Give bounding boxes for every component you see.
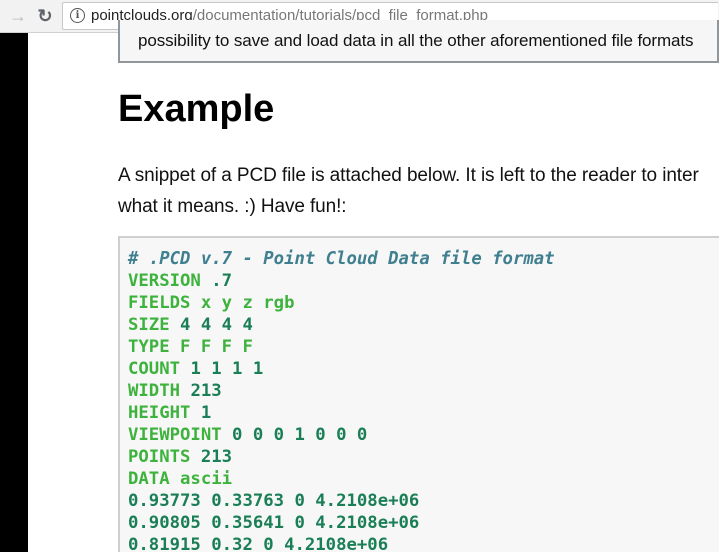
code-token-num: 213 xyxy=(190,381,222,401)
code-line: WIDTH 213 xyxy=(128,380,555,402)
code-token-kw: COUNT xyxy=(128,359,191,379)
code-line: HEIGHT 1 xyxy=(128,402,555,424)
section-heading: Example xyxy=(118,88,275,130)
code-line: SIZE 4 4 4 4 xyxy=(128,314,555,336)
code-content: # .PCD v.7 - Point Cloud Data file forma… xyxy=(128,248,555,556)
code-token-num: 1 1 1 1 xyxy=(190,359,264,379)
code-line: TYPE F F F F xyxy=(128,336,555,358)
reload-button[interactable]: ↻ xyxy=(33,4,57,28)
paragraph-line: A snippet of a PCD file is attached belo… xyxy=(118,165,699,186)
code-token-num: .7 xyxy=(211,271,233,291)
code-token-num: 0.81915 0.32 0 4.2108e+06 xyxy=(128,535,389,555)
code-token-cmt: # .PCD v.7 - Point Cloud Data file forma… xyxy=(128,249,555,269)
code-line: 0.81915 0.32 0 4.2108e+06 xyxy=(128,534,555,556)
code-line: DATA ascii xyxy=(128,468,555,490)
code-token-kw: HEIGHT xyxy=(128,403,201,423)
code-token-num: 0.90805 0.35641 0 4.2108e+06 xyxy=(128,513,420,533)
code-line: 0.93773 0.33763 0 4.2108e+06 xyxy=(128,490,555,512)
left-sidebar-strip xyxy=(0,33,28,552)
paragraph-line: what it means. :) Have fun!: xyxy=(118,196,347,217)
code-block: # .PCD v.7 - Point Cloud Data file forma… xyxy=(118,236,719,555)
code-token-kw: FIELDS x y z rgb xyxy=(128,293,295,313)
code-line: # .PCD v.7 - Point Cloud Data file forma… xyxy=(128,248,555,270)
code-line: VERSION .7 xyxy=(128,270,555,292)
info-icon[interactable]: i xyxy=(70,8,85,23)
forward-button[interactable]: → xyxy=(6,4,30,28)
code-token-num: 4 4 4 4 xyxy=(180,315,253,335)
code-token-kw: POINTS xyxy=(128,447,201,467)
code-line: POINTS 213 xyxy=(128,446,555,468)
code-token-num: 1 xyxy=(200,403,212,423)
code-token-num: 0 0 0 1 0 0 0 xyxy=(232,425,368,445)
code-token-num: 0.93773 0.33763 0 4.2108e+06 xyxy=(128,491,420,511)
note-text: possibility to save and load data in all… xyxy=(138,31,694,50)
code-line: VIEWPOINT 0 0 0 1 0 0 0 xyxy=(128,424,555,446)
code-token-kw: VERSION xyxy=(128,271,212,291)
code-token-kw: WIDTH xyxy=(128,381,191,401)
code-token-kw: SIZE xyxy=(128,315,181,335)
code-token-kw: VIEWPOINT xyxy=(128,425,233,445)
code-token-kw: DATA ascii xyxy=(128,469,233,489)
code-token-num: 213 xyxy=(200,447,233,467)
note-box: possibility to save and load data in all… xyxy=(118,20,719,63)
code-line: FIELDS x y z rgb xyxy=(128,292,555,314)
intro-paragraph: A snippet of a PCD file is attached belo… xyxy=(118,160,717,222)
code-line: 0.90805 0.35641 0 4.2108e+06 xyxy=(128,512,555,534)
code-line: COUNT 1 1 1 1 xyxy=(128,358,555,380)
code-token-kw: TYPE F F F F xyxy=(128,337,253,357)
